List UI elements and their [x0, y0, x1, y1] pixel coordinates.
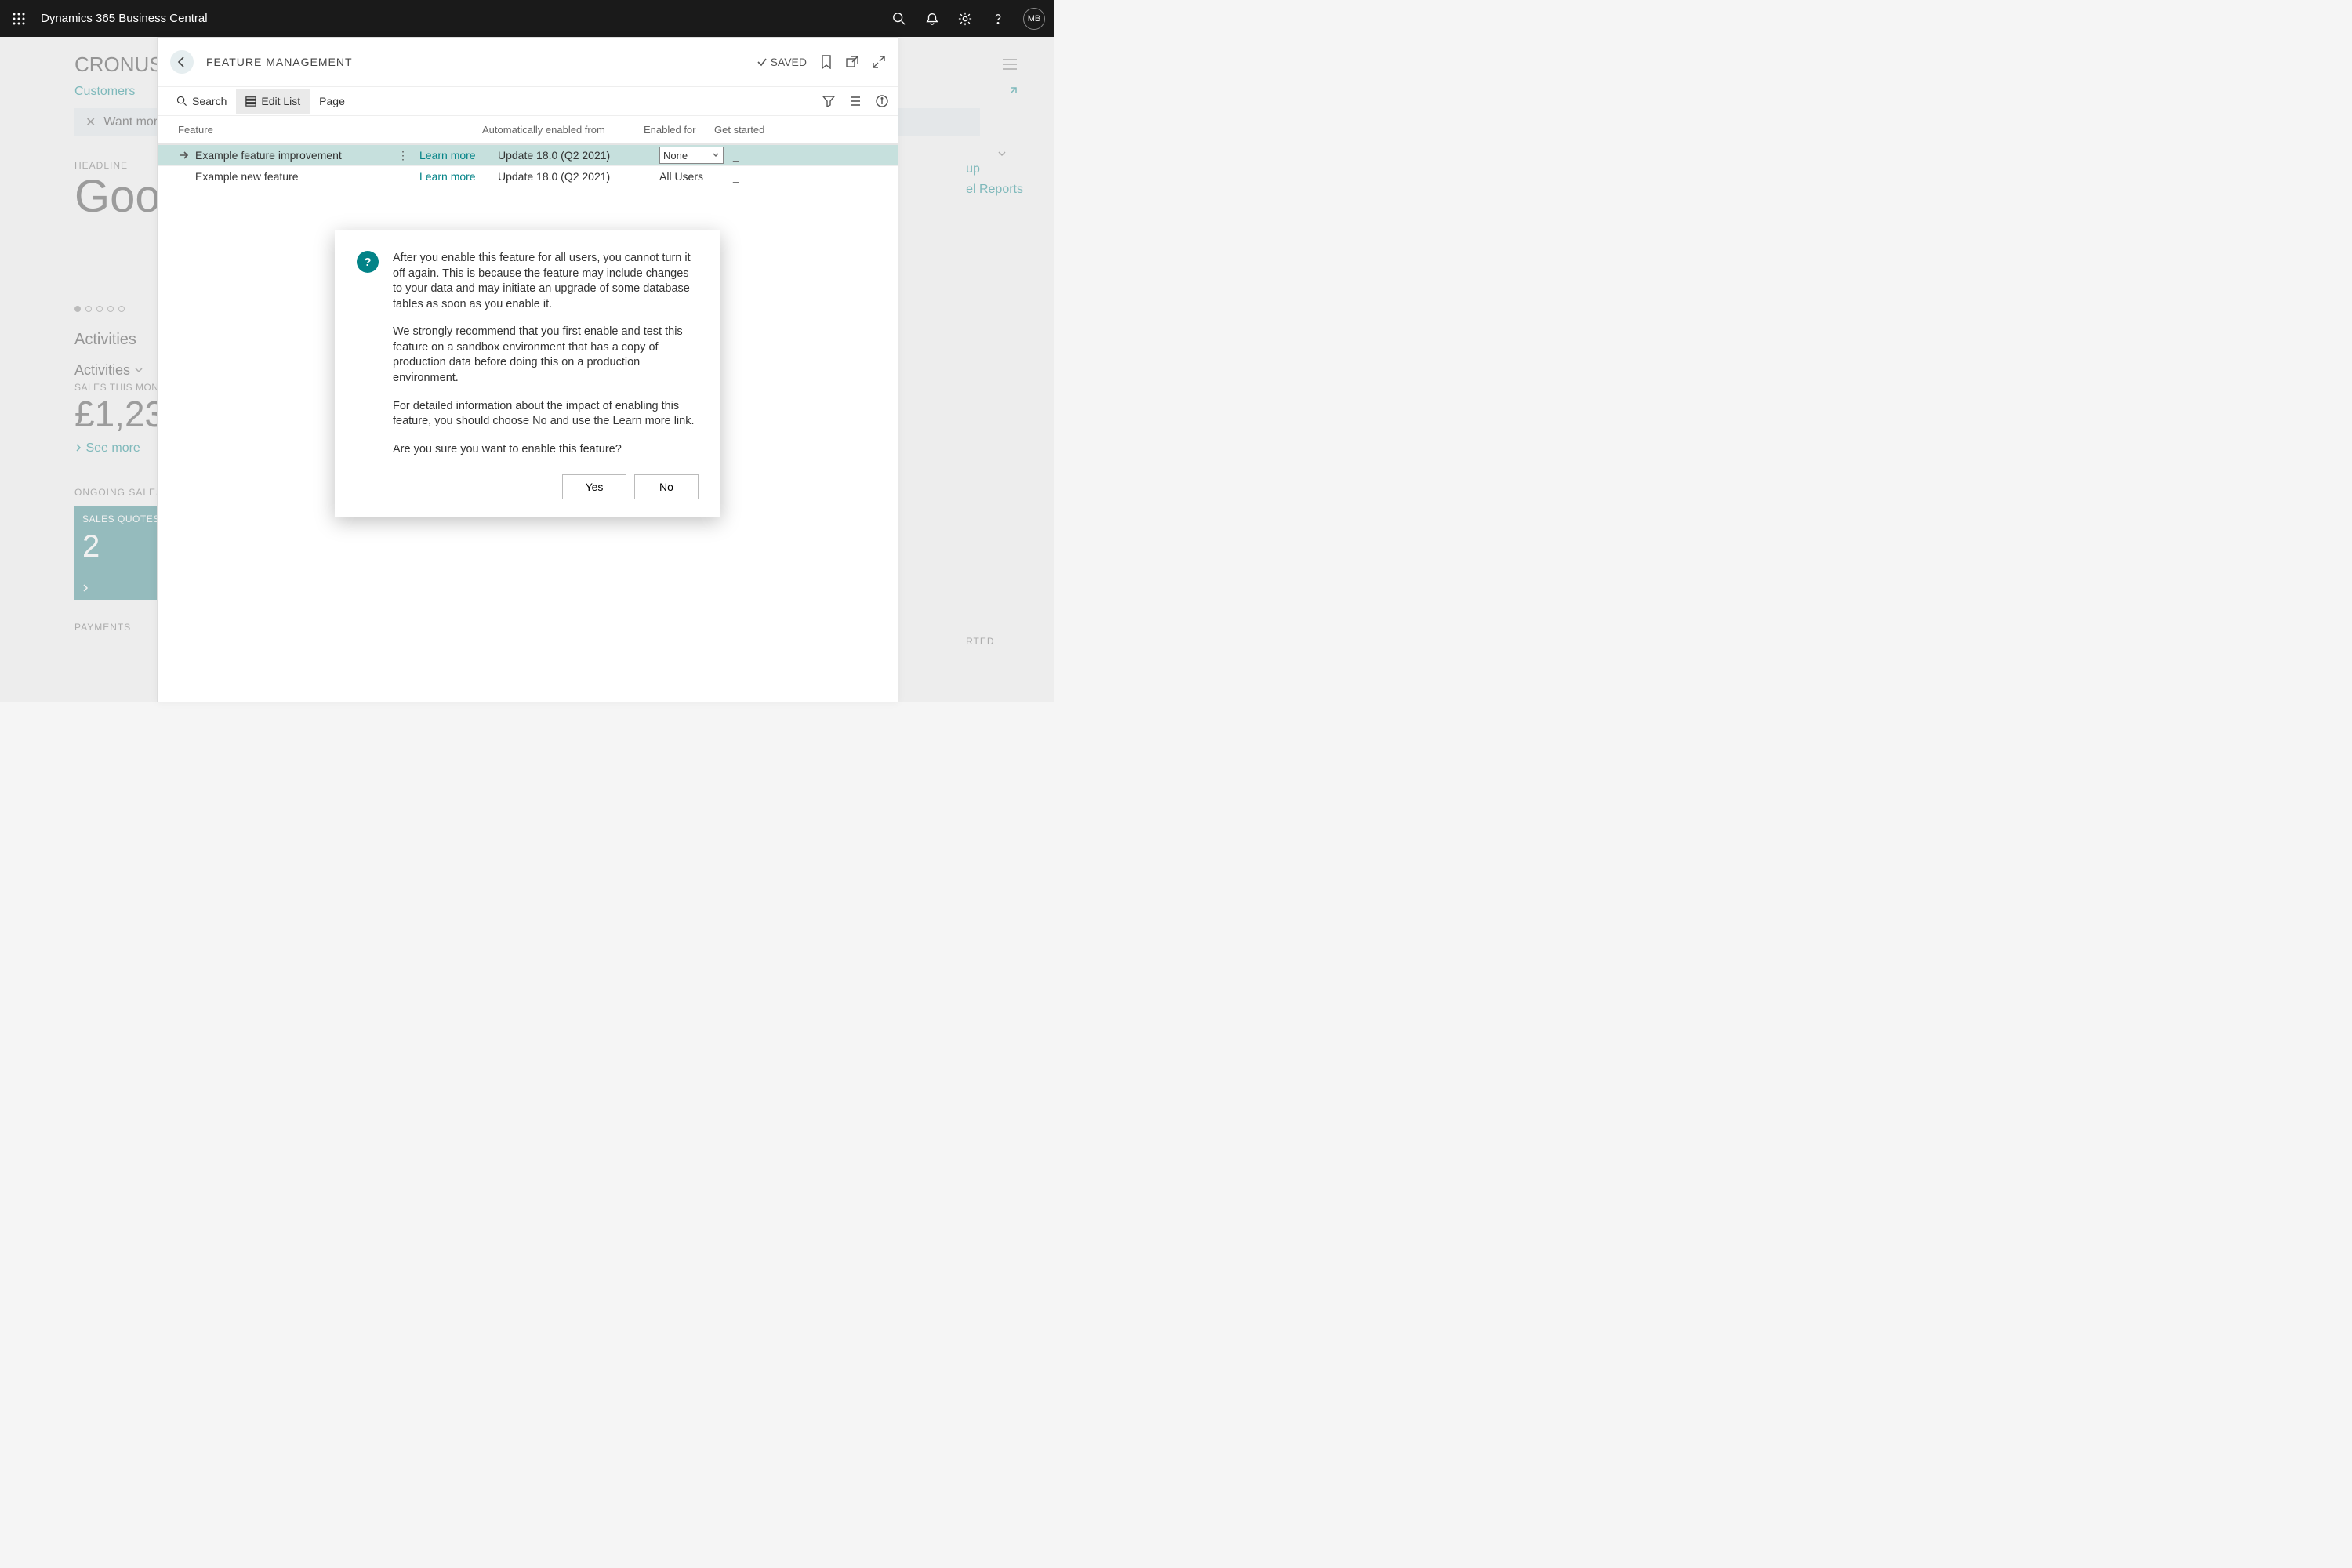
panel-header: FEATURE MANAGEMENT SAVED [158, 38, 898, 86]
auto-enabled-value: Update 18.0 (Q2 2021) [498, 170, 659, 183]
list-view-icon[interactable] [849, 95, 862, 107]
row-indicator-icon [178, 150, 195, 161]
enabled-for-value: All Users [659, 170, 703, 183]
confirm-dialog: ? After you enable this feature for all … [335, 230, 720, 517]
saved-status: SAVED [757, 56, 807, 68]
filter-icon[interactable] [822, 95, 835, 107]
question-icon: ? [357, 251, 379, 273]
app-launcher-icon[interactable] [9, 9, 28, 28]
get-started-value: _ [730, 149, 898, 162]
bookmark-icon[interactable] [821, 55, 832, 69]
expand-panel-icon[interactable] [873, 56, 885, 68]
notifications-icon[interactable] [924, 11, 940, 27]
app-title: Dynamics 365 Business Central [41, 12, 208, 25]
settings-icon[interactable] [957, 11, 973, 27]
col-feature[interactable]: Feature [178, 124, 401, 136]
page-action[interactable]: Page [310, 89, 354, 114]
col-get[interactable]: Get started [714, 124, 898, 136]
dialog-text: After you enable this feature for all us… [393, 251, 699, 470]
get-started-value: _ [730, 170, 898, 183]
col-auto[interactable]: Automatically enabled from [482, 124, 644, 136]
search-icon[interactable] [891, 11, 907, 27]
search-action[interactable]: Search [167, 89, 236, 114]
table-header: Feature Automatically enabled from Enabl… [158, 116, 898, 145]
panel-title: FEATURE MANAGEMENT [206, 56, 353, 68]
table-row[interactable]: Example feature improvement⋮Learn moreUp… [158, 145, 898, 166]
table-row[interactable]: Example new feature Learn moreUpdate 18.0… [158, 166, 898, 187]
col-enabled[interactable]: Enabled for [644, 124, 714, 136]
enabled-for-select[interactable]: None [659, 147, 724, 164]
row-more-icon[interactable]: ⋮ [397, 149, 419, 162]
learn-more-link[interactable]: Learn more [419, 170, 498, 183]
feature-name: Example new feature [195, 170, 397, 183]
feature-name: Example feature improvement [195, 149, 397, 162]
chevron-down-icon [712, 151, 720, 159]
no-button[interactable]: No [634, 474, 699, 499]
edit-list-action[interactable]: Edit List [236, 89, 310, 114]
yes-button[interactable]: Yes [562, 474, 626, 499]
panel-toolbar: Search Edit List Page [158, 86, 898, 116]
back-button[interactable] [170, 50, 194, 74]
user-avatar[interactable]: MB [1023, 8, 1045, 30]
learn-more-link[interactable]: Learn more [419, 149, 498, 162]
popout-icon[interactable] [846, 56, 858, 68]
auto-enabled-value: Update 18.0 (Q2 2021) [498, 149, 659, 162]
app-topbar: Dynamics 365 Business Central MB [0, 0, 1054, 37]
help-icon[interactable] [990, 11, 1006, 27]
info-icon[interactable] [876, 95, 888, 107]
